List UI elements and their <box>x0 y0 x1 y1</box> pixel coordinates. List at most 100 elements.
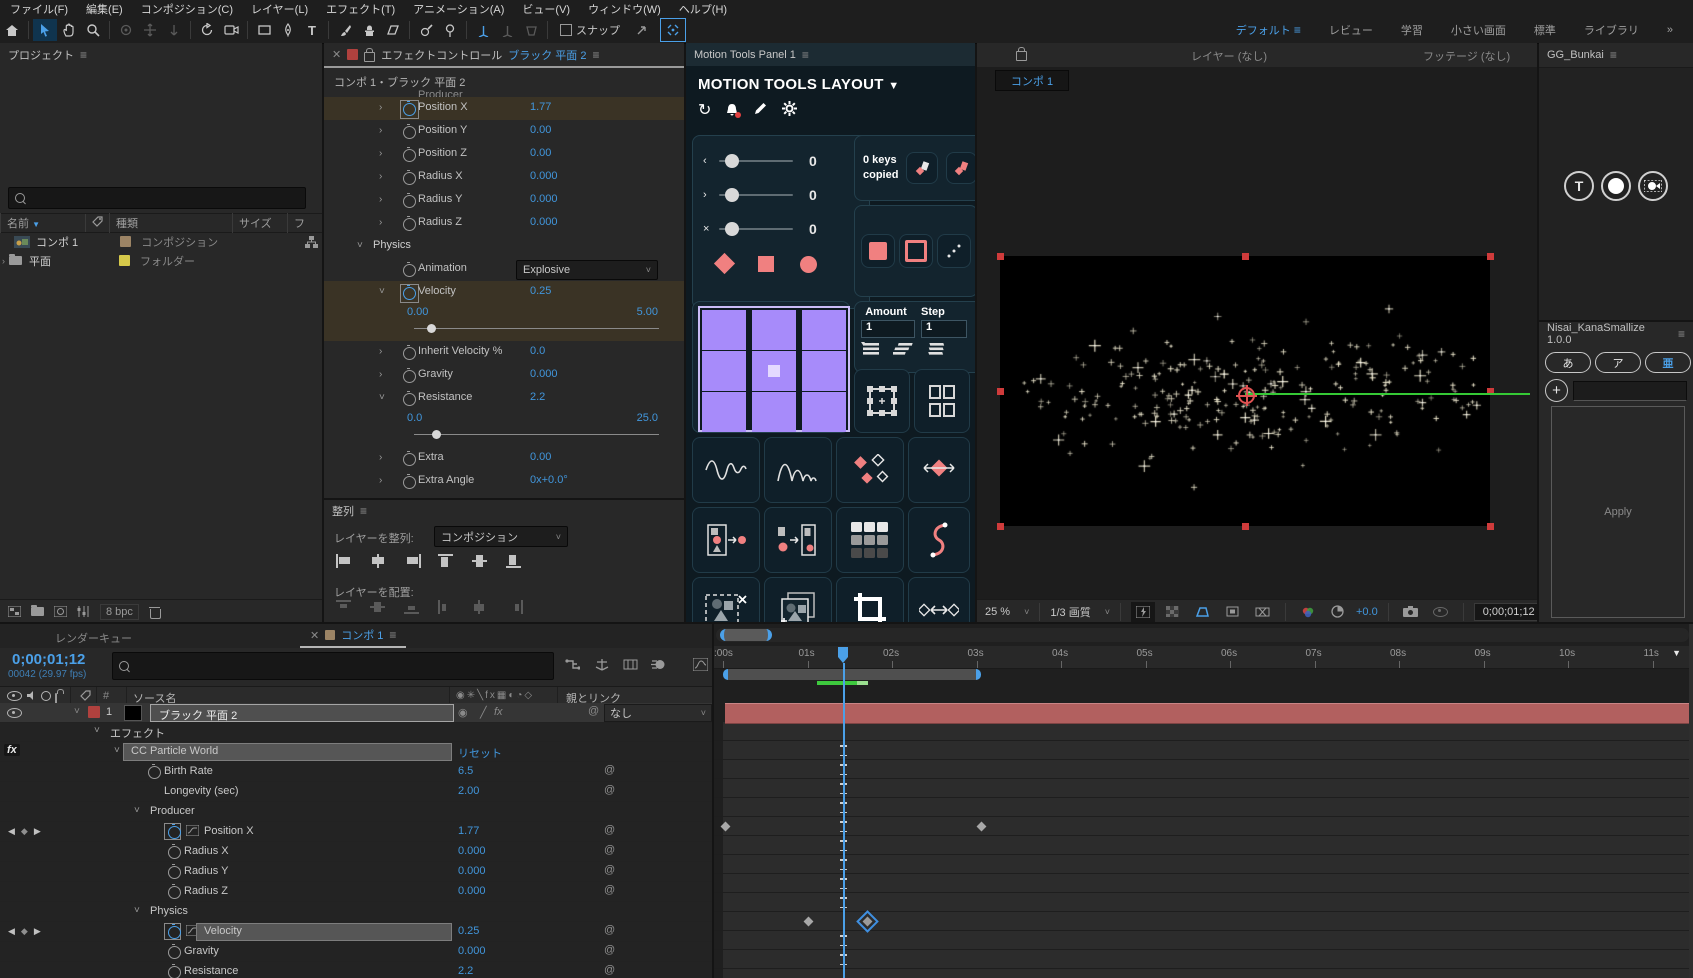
render-queue-tab[interactable]: レンダーキュー <box>55 630 132 646</box>
property-value[interactable]: 0.0 <box>530 345 545 357</box>
timeline-row-radius-z[interactable]: Radius Z 0.000 @ <box>0 882 712 902</box>
workspace-standard[interactable]: 標準 <box>1534 22 1556 38</box>
puppet-pin-tool[interactable] <box>438 19 462 41</box>
align-panel-tab[interactable]: 整列 ≡ <box>324 500 684 522</box>
parent-pickwhip-icon[interactable]: @ <box>604 784 615 796</box>
effect-row-slider[interactable]: 0.00 5.00 <box>324 304 684 341</box>
menu-view[interactable]: ビュー(V) <box>522 1 570 17</box>
split-boxes-button[interactable] <box>914 369 970 433</box>
animation-dropdown[interactable]: Explosive ˅ <box>516 260 658 280</box>
property-value[interactable]: 0.25 <box>458 925 479 937</box>
comp-handle[interactable] <box>1242 253 1249 260</box>
property-value[interactable]: 2.00 <box>458 785 479 797</box>
align-panel-menu-icon[interactable]: ≡ <box>360 504 367 518</box>
flip-keyframes-button[interactable] <box>908 437 970 503</box>
keyframe-selected[interactable] <box>862 916 873 927</box>
timeline-row-cc-particle-world[interactable]: fx ˅ CC Particle World リセット <box>0 742 712 762</box>
duplicate-layers-button[interactable] <box>764 577 832 622</box>
trash-icon[interactable] <box>148 606 161 619</box>
property-value[interactable]: 0.00 <box>530 124 551 136</box>
layer-video-eye[interactable] <box>7 708 22 721</box>
effect-row-inherit-velocity-[interactable]: › Inherit Velocity % 0.0 <box>324 341 684 364</box>
menu-composition[interactable]: コンポジション(C) <box>141 1 233 17</box>
layer-expand-chevron[interactable]: ˅ <box>74 706 80 717</box>
add-keyframe-button[interactable]: ◆ <box>21 826 28 837</box>
text-decompose-button[interactable]: T <box>1564 171 1594 201</box>
new-comp-icon[interactable] <box>54 606 67 617</box>
comp-handle[interactable] <box>1487 253 1494 260</box>
comp-mini-flowchart-icon[interactable] <box>560 654 584 674</box>
sync-icon[interactable]: ↻ <box>698 100 711 120</box>
draft-3d-icon[interactable] <box>590 654 614 674</box>
effect-row-position-z[interactable]: › Position Z 0.00 <box>324 143 684 166</box>
timeline-search-input[interactable] <box>112 652 554 680</box>
slider-knob[interactable] <box>432 430 442 439</box>
clone-stamp-tool[interactable] <box>357 19 381 41</box>
transparency-grid-button[interactable] <box>1161 602 1185 622</box>
project-search-input[interactable] <box>8 187 306 209</box>
timeline-row-producer[interactable]: ˅ Producer <box>0 802 712 822</box>
comp-handle[interactable] <box>997 253 1004 260</box>
square-shape-button[interactable] <box>758 256 774 272</box>
view-axis-mode-icon[interactable] <box>519 19 543 41</box>
bit-depth-label[interactable]: 8 bpc <box>100 603 139 620</box>
pen-tool[interactable] <box>276 19 300 41</box>
stopwatch-icon[interactable] <box>168 943 181 959</box>
home-icon[interactable] <box>0 19 24 41</box>
distribute-hcenter-button[interactable] <box>472 600 489 614</box>
keyframe[interactable] <box>976 821 987 832</box>
panel-menu-icon[interactable]: ≡ <box>389 628 396 642</box>
exposure-reset-icon[interactable] <box>1326 602 1350 622</box>
property-value[interactable]: 0x+0.0° <box>530 474 568 486</box>
expand-chevron-icon[interactable]: ˅ <box>134 805 140 816</box>
exposure-value[interactable]: +0.0 <box>1356 606 1378 618</box>
layer-quality-switch[interactable]: ◉ <box>458 706 468 719</box>
snap-checkbox[interactable] <box>560 24 572 36</box>
timeline-row-physics[interactable]: ˅ Physics <box>0 902 712 922</box>
world-axis-mode-icon[interactable] <box>495 19 519 41</box>
panel-menu-icon[interactable]: ≡ <box>802 48 809 62</box>
stopwatch-icon[interactable] <box>168 823 181 839</box>
footage-viewer-tab[interactable]: フッテージ (なし) <box>1423 48 1510 64</box>
anchor-cell-2-2[interactable] <box>802 392 846 432</box>
dolly-camera-tool[interactable] <box>162 19 186 41</box>
effect-row-resistance[interactable]: ˅ Resistance 2.2 <box>324 387 684 410</box>
kana-text-input[interactable] <box>1573 380 1687 401</box>
expand-chevron-icon[interactable]: › <box>379 194 382 205</box>
local-axis-mode-icon[interactable] <box>471 19 495 41</box>
effect-row-radius-y[interactable]: › Radius Y 0.000 <box>324 189 684 212</box>
stopwatch-icon[interactable] <box>168 863 181 879</box>
comp-timeline-tab[interactable]: ✕ コンポ 1 ≡ <box>300 624 407 648</box>
parent-pickwhip-icon[interactable]: @ <box>604 764 615 776</box>
folder-label-swatch[interactable] <box>119 255 130 266</box>
stopwatch-icon[interactable] <box>403 192 416 208</box>
workspace-libraries[interactable]: ライブラリ <box>1584 22 1639 38</box>
anchor-cell-2-0[interactable] <box>702 392 746 432</box>
s-curve-button[interactable] <box>908 507 970 573</box>
expand-chevron-icon[interactable]: › <box>2 256 5 266</box>
col-tag-icon[interactable] <box>85 214 109 232</box>
parent-pickwhip-icon[interactable]: @ <box>604 844 615 856</box>
effect-row-position-y[interactable]: › Position Y 0.00 <box>324 120 684 143</box>
spread-keys-button[interactable] <box>908 577 970 622</box>
add-button[interactable]: + <box>1545 379 1568 402</box>
expand-chevron-icon[interactable]: › <box>379 148 382 159</box>
property-value[interactable]: 2.2 <box>458 965 473 977</box>
property-value[interactable]: 0.00 <box>530 147 551 159</box>
stopwatch-icon[interactable] <box>403 215 416 231</box>
timeline-scrollbar[interactable] <box>1689 624 1693 978</box>
pan-camera-tool[interactable] <box>138 19 162 41</box>
expand-chevron-icon[interactable]: ˅ <box>94 725 100 736</box>
show-snapshot-button[interactable] <box>1429 602 1453 622</box>
close-icon[interactable]: ✕ <box>310 629 319 642</box>
motion-tools-tab[interactable]: Motion Tools Panel 1 ≡ <box>686 43 975 66</box>
eraser-tool[interactable] <box>381 19 405 41</box>
panel-menu-icon[interactable]: ≡ <box>1678 327 1685 341</box>
mask-visibility-button[interactable] <box>1191 602 1215 622</box>
comp-label-swatch[interactable] <box>120 236 132 247</box>
anchor-cell-1-1[interactable] <box>752 351 796 391</box>
property-value[interactable]: 1.77 <box>530 101 551 113</box>
anchor-cell-0-2[interactable] <box>802 310 846 350</box>
stopwatch-icon[interactable] <box>403 146 416 162</box>
workspace-learn[interactable]: 学習 <box>1401 22 1423 38</box>
